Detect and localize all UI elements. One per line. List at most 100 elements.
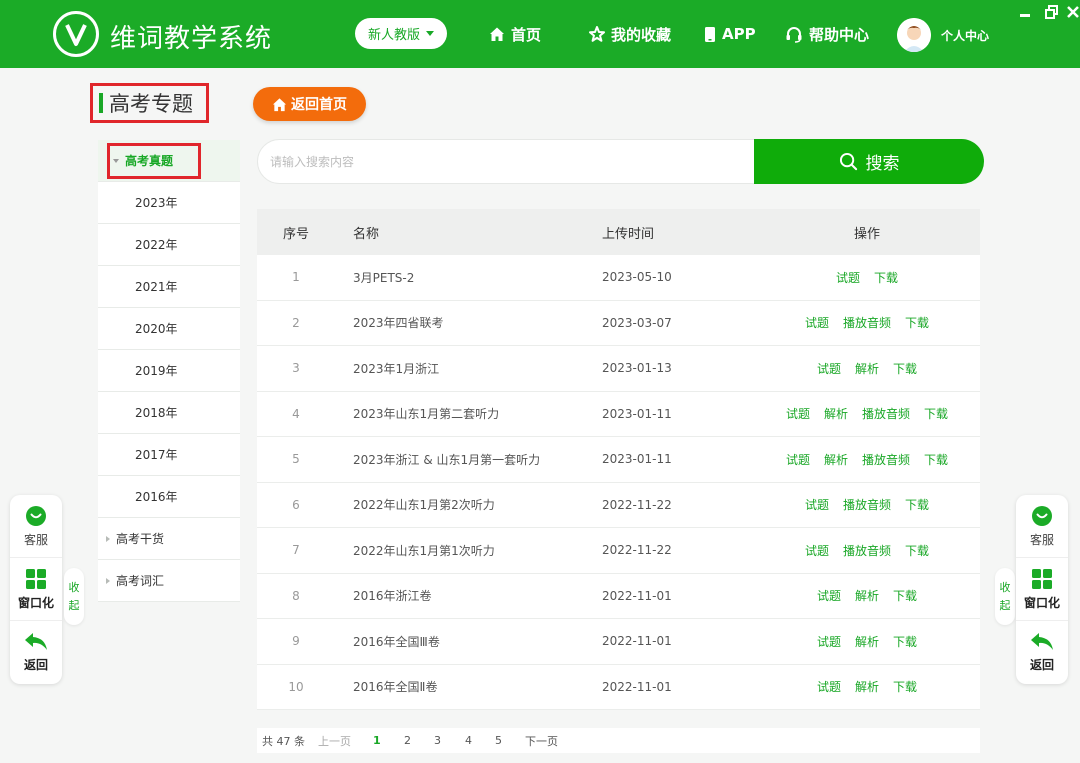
- nav-home[interactable]: 首页: [489, 22, 541, 46]
- row-actions: 试题 播放音频 下载: [754, 542, 980, 559]
- service-button[interactable]: 客服: [10, 495, 62, 558]
- row-action-link[interactable]: 播放音频: [843, 542, 891, 559]
- close-icon[interactable]: [1066, 5, 1080, 19]
- row-action-link[interactable]: 下载: [893, 633, 917, 650]
- sidebar-item-year[interactable]: 2018年: [98, 392, 240, 434]
- nav-favorites-label: 我的收藏: [611, 25, 672, 44]
- nav-help[interactable]: 帮助中心: [785, 22, 869, 46]
- version-select[interactable]: 新人教版: [355, 18, 447, 49]
- grid-icon: [1032, 568, 1052, 589]
- minimize-icon[interactable]: [1018, 5, 1032, 19]
- row-action-link[interactable]: 下载: [874, 269, 898, 286]
- sidebar-group-gaokao-zhenti[interactable]: 高考真题: [98, 140, 240, 182]
- restore-icon[interactable]: [1045, 5, 1059, 19]
- table-body: 1 3月PETS-2 2023-05-10 试题 下载 2 2023年四省联考 2023-03…: [257, 255, 980, 710]
- nav-app[interactable]: APP: [704, 22, 756, 46]
- prev-page-button[interactable]: 上一页: [318, 733, 351, 749]
- row-action-link[interactable]: 试题: [817, 587, 841, 604]
- row-action-link[interactable]: 解析: [824, 405, 848, 422]
- table-row: 9 2016年全国Ⅲ卷 2022-11-01 试题 解析 下载: [257, 619, 980, 665]
- collapse-tab-left[interactable]: 收 起: [64, 568, 84, 625]
- table-row: 3 2023年1月浙江 2023-01-13 试题 解析 下载: [257, 346, 980, 392]
- row-time: 2022-11-22: [602, 543, 672, 558]
- row-action-link[interactable]: 播放音频: [843, 496, 891, 513]
- search-button-label: 搜索: [865, 154, 900, 174]
- row-action-link[interactable]: 解析: [855, 633, 879, 650]
- section-title-box: 高考专题: [90, 83, 209, 123]
- row-action-link[interactable]: 试题: [817, 678, 841, 695]
- row-actions: 试题 播放音频 下载: [754, 496, 980, 513]
- sidebar-item-year[interactable]: 2023年: [98, 182, 240, 224]
- service-button[interactable]: 客服: [1016, 495, 1068, 558]
- row-action-link[interactable]: 下载: [893, 360, 917, 377]
- next-page-button[interactable]: 下一页: [525, 733, 558, 749]
- row-action-link[interactable]: 试题: [805, 542, 829, 559]
- page-3[interactable]: 3: [434, 734, 441, 747]
- user-center-label[interactable]: 个人中心: [941, 27, 989, 44]
- collapse-tab-right[interactable]: 收 起: [995, 568, 1015, 625]
- row-time: 2022-11-01: [602, 679, 672, 694]
- collapse-label: 收: [999, 580, 1011, 594]
- windowed-button[interactable]: 窗口化: [10, 558, 62, 621]
- search-button[interactable]: 搜索: [754, 139, 984, 184]
- page-5[interactable]: 5: [495, 734, 502, 747]
- back-button[interactable]: 返回: [10, 621, 62, 684]
- row-action-link[interactable]: 解析: [855, 678, 879, 695]
- row-action-link[interactable]: 下载: [893, 587, 917, 604]
- sidebar-item-year[interactable]: 2019年: [98, 350, 240, 392]
- row-name: 2023年山东1月第二套听力: [353, 407, 500, 422]
- row-action-link[interactable]: 下载: [905, 542, 929, 559]
- sidebar-group-gaokao-ganhuo[interactable]: 高考干货: [98, 518, 240, 560]
- exam-table: 序号 名称 上传时间 操作 1 3月PETS-2 2023-05-10 试题 下载 2 20…: [257, 209, 980, 710]
- sidebar-item-label: 2022年: [135, 238, 178, 252]
- back-label: 返回: [1029, 658, 1054, 672]
- collapse-label: 起: [999, 598, 1011, 612]
- row-action-link[interactable]: 试题: [836, 269, 860, 286]
- row-action-link[interactable]: 试题: [817, 360, 841, 377]
- row-action-link[interactable]: 试题: [805, 314, 829, 331]
- nav-favorites[interactable]: 我的收藏: [589, 22, 671, 46]
- collapse-label: 起: [68, 598, 80, 612]
- row-action-link[interactable]: 试题: [805, 496, 829, 513]
- sidebar-item-year[interactable]: 2021年: [98, 266, 240, 308]
- back-button[interactable]: 返回: [1016, 621, 1068, 684]
- star-icon: [589, 26, 605, 42]
- sidebar-group-label: 高考真题: [125, 154, 174, 168]
- sidebar-group-gaokao-cihui[interactable]: 高考词汇: [98, 560, 240, 602]
- row-action-link[interactable]: 试题: [786, 405, 810, 422]
- row-action-link[interactable]: 播放音频: [862, 405, 910, 422]
- row-actions: 试题 解析 播放音频 下载: [754, 405, 980, 422]
- row-no: 7: [292, 543, 300, 558]
- row-action-link[interactable]: 播放音频: [862, 451, 910, 468]
- chevron-down-icon: [113, 158, 119, 163]
- row-action-link[interactable]: 解析: [824, 451, 848, 468]
- sidebar-item-year[interactable]: 2016年: [98, 476, 240, 518]
- sidebar-item-year[interactable]: 2020年: [98, 308, 240, 350]
- page-4[interactable]: 4: [465, 734, 472, 747]
- search-input[interactable]: [270, 140, 750, 183]
- row-action-link[interactable]: 下载: [893, 678, 917, 695]
- service-label: 客服: [23, 532, 48, 547]
- row-action-link[interactable]: 试题: [817, 633, 841, 650]
- row-time: 2022-11-01: [602, 588, 672, 603]
- column-header-name: 名称: [353, 226, 380, 242]
- row-action-link[interactable]: 解析: [855, 587, 879, 604]
- nav-app-label: APP: [722, 25, 756, 43]
- sidebar-item-year[interactable]: 2022年: [98, 224, 240, 266]
- row-action-link[interactable]: 播放音频: [843, 314, 891, 331]
- windowed-label: 窗口化: [17, 595, 54, 610]
- row-action-link[interactable]: 解析: [855, 360, 879, 377]
- sidebar-item-year[interactable]: 2017年: [98, 434, 240, 476]
- row-action-link[interactable]: 下载: [905, 496, 929, 513]
- row-action-link[interactable]: 下载: [924, 451, 948, 468]
- page-2[interactable]: 2: [404, 734, 411, 747]
- back-home-button[interactable]: 返回首页: [253, 87, 366, 121]
- avatar[interactable]: [897, 18, 931, 52]
- row-action-link[interactable]: 下载: [924, 405, 948, 422]
- page-1[interactable]: 1: [373, 734, 381, 747]
- windowed-button[interactable]: 窗口化: [1016, 558, 1068, 621]
- row-action-link[interactable]: 试题: [786, 451, 810, 468]
- table-row: 2 2023年四省联考 2023-03-07 试题 播放音频 下载: [257, 301, 980, 346]
- row-action-link[interactable]: 下载: [905, 314, 929, 331]
- row-name: 2023年四省联考: [353, 316, 444, 331]
